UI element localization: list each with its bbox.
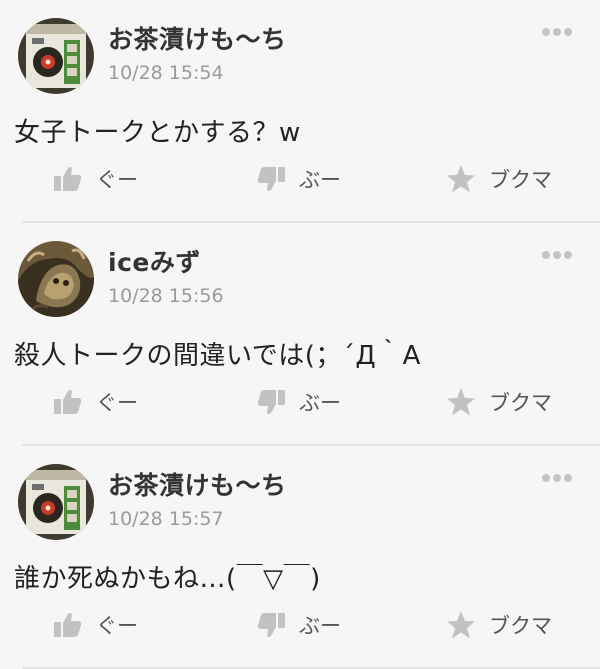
star-icon (445, 163, 477, 195)
post-text: 殺人トークの間違いでは(；´Д｀A (14, 341, 421, 371)
post-item: iceみず 10/28 15:56 殺人トークの間違いでは(；´Д｀A ぐー ぶ… (0, 223, 600, 446)
username[interactable]: お茶漬けも〜ち (108, 20, 287, 56)
bad-button[interactable]: ぶー (255, 608, 341, 642)
bookmark-button[interactable]: ブクマ (445, 608, 552, 642)
post-feed: お茶漬けも〜ち 10/28 15:54 女子トークとかする？w ぐー ぶー ブク… (0, 0, 600, 669)
bad-button[interactable]: ぶー (255, 162, 341, 196)
avatar[interactable] (18, 241, 94, 317)
bad-button[interactable]: ぶー (255, 385, 341, 419)
more-dots-icon[interactable] (542, 250, 572, 260)
post-actions: ぐー ぶー ブクマ (0, 608, 600, 642)
good-button[interactable]: ぐー (52, 608, 138, 642)
good-label: ぐー (96, 168, 138, 192)
username[interactable]: お茶漬けも〜ち (108, 466, 287, 502)
thumbs-down-icon (255, 163, 287, 195)
bookmark-label: ブクマ (489, 168, 552, 192)
good-button[interactable]: ぐー (52, 162, 138, 196)
bad-label: ぶー (299, 614, 341, 638)
thumbs-up-icon (52, 163, 84, 195)
bookmark-label: ブクマ (489, 614, 552, 638)
ochazuke-avatar-image (18, 464, 94, 540)
avatar[interactable] (18, 464, 94, 540)
more-dots-icon[interactable] (542, 473, 572, 483)
bad-label: ぶー (299, 168, 341, 192)
bookmark-button[interactable]: ブクマ (445, 162, 552, 196)
post-item: お茶漬けも〜ち 10/28 15:57 誰か死ぬかもね…(￣▽￣) ぐー ぶー (0, 446, 600, 669)
more-dots-icon[interactable] (542, 27, 572, 37)
post-text: 女子トークとかする？w (14, 118, 301, 148)
avatar[interactable] (18, 18, 94, 94)
ochazuke-avatar-image (18, 18, 94, 94)
dragon-avatar-image (18, 241, 94, 317)
post-item: お茶漬けも〜ち 10/28 15:54 女子トークとかする？w ぐー ぶー ブク… (0, 0, 600, 223)
star-icon (445, 609, 477, 641)
timestamp: 10/28 15:54 (108, 62, 224, 84)
good-label: ぐー (96, 391, 138, 415)
thumbs-down-icon (255, 609, 287, 641)
username[interactable]: iceみず (108, 243, 201, 279)
post-actions: ぐー ぶー ブクマ (0, 162, 600, 196)
timestamp: 10/28 15:57 (108, 508, 224, 530)
star-icon (445, 386, 477, 418)
bad-label: ぶー (299, 391, 341, 415)
thumbs-up-icon (52, 609, 84, 641)
good-button[interactable]: ぐー (52, 385, 138, 419)
bookmark-label: ブクマ (489, 391, 552, 415)
bookmark-button[interactable]: ブクマ (445, 385, 552, 419)
post-actions: ぐー ぶー ブクマ (0, 385, 600, 419)
thumbs-up-icon (52, 386, 84, 418)
good-label: ぐー (96, 614, 138, 638)
timestamp: 10/28 15:56 (108, 285, 224, 307)
post-text: 誰か死ぬかもね…(￣▽￣) (14, 564, 321, 594)
thumbs-down-icon (255, 386, 287, 418)
